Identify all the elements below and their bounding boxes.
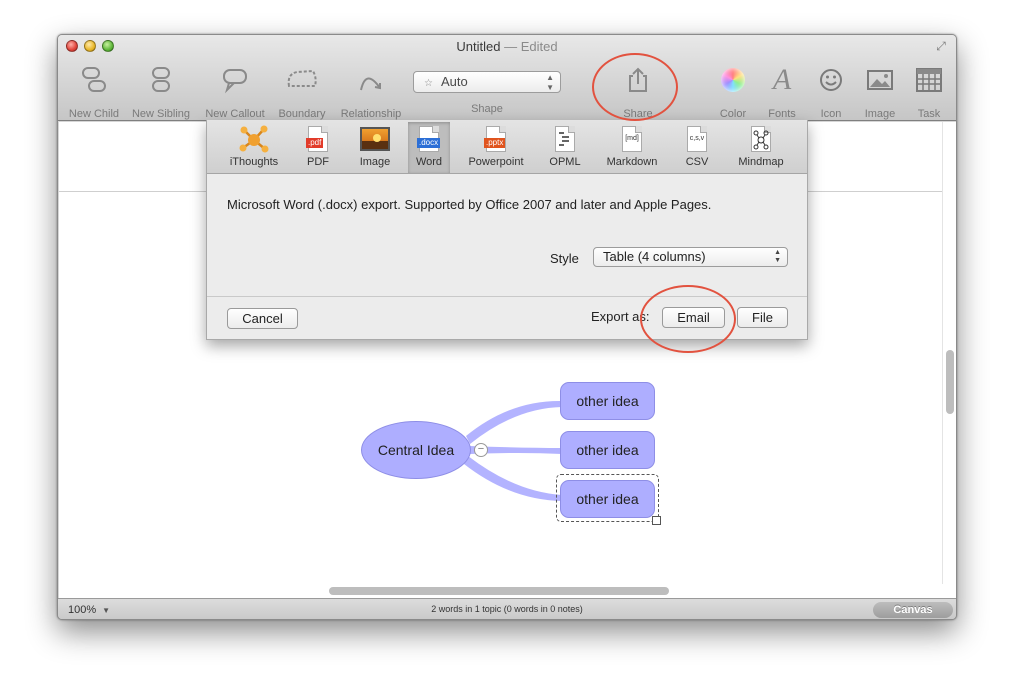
file-button[interactable]: File	[737, 307, 788, 328]
node-selection-outline	[556, 474, 659, 522]
fonts-button[interactable]: A Fonts	[761, 63, 803, 121]
window-title: Untitled — Edited	[58, 39, 956, 54]
new-callout-label: New Callout	[205, 108, 265, 120]
share-annotation-circle	[592, 53, 678, 121]
format-tab-image[interactable]: Image	[351, 122, 399, 173]
style-select-value: Table (4 columns)	[603, 249, 706, 264]
smiley-icon	[813, 65, 849, 95]
relationship-button[interactable]: Relationship	[336, 65, 406, 120]
cancel-button[interactable]: Cancel	[227, 308, 298, 329]
style-label: Style	[550, 251, 579, 266]
markdown-file-icon: [md]	[622, 126, 642, 152]
new-callout-button[interactable]: New Callout	[201, 65, 269, 120]
opml-file-icon	[555, 126, 575, 152]
format-tab-ithoughts[interactable]: iThoughts	[221, 122, 287, 173]
new-sibling-icon	[128, 65, 194, 95]
csv-file-icon: c,s,v	[687, 126, 707, 152]
relationship-icon	[336, 65, 406, 95]
boundary-button[interactable]: Boundary	[274, 65, 330, 120]
format-label-markdown: Markdown	[606, 156, 658, 168]
child-node-1[interactable]: other idea	[560, 382, 655, 420]
image-label: Image	[864, 108, 896, 120]
calendar-grid-icon	[909, 65, 949, 95]
shape-label: Shape	[471, 103, 503, 115]
format-tab-pdf[interactable]: .pdf PDF	[295, 122, 341, 173]
word-file-icon: .docx	[417, 126, 441, 152]
fonts-label: Fonts	[768, 108, 796, 120]
mindmap-file-icon	[751, 126, 771, 152]
status-bar: 100% ▼ 2 words in 1 topic (0 words in 0 n…	[58, 598, 956, 619]
central-idea-node[interactable]: Central Idea	[361, 421, 471, 479]
export-format-tabs: iThoughts .pdf PDF Image .docx Word .ppt…	[207, 120, 807, 174]
pptx-tag: .pptx	[484, 138, 506, 148]
color-button[interactable]: Color	[711, 65, 755, 120]
docx-tag: .docx	[417, 138, 441, 148]
color-wheel-icon	[711, 65, 755, 95]
star-icon: ☆	[424, 78, 433, 89]
pdf-tag: .pdf	[306, 138, 324, 148]
image-button[interactable]: Image	[859, 65, 901, 120]
fonts-icon: A	[772, 63, 792, 96]
format-tab-mindmap[interactable]: Mindmap	[731, 122, 791, 173]
window-title-text: Untitled	[456, 39, 501, 54]
vertical-scroll-thumb[interactable]	[946, 350, 954, 414]
toolbar: Untitled — Edited ⤢ New Child New Siblin…	[58, 35, 956, 121]
format-tab-csv[interactable]: c,s,v CSV	[677, 122, 717, 173]
format-label-pdf: PDF	[307, 156, 329, 168]
word-count-status: 2 words in 1 topic (0 words in 0 notes)	[431, 604, 583, 614]
select-arrows-icon: ▲ ▼	[774, 249, 781, 264]
select-arrows-icon: ▲ ▼	[546, 73, 554, 92]
canvas-mode-button[interactable]: Canvas	[873, 602, 953, 618]
resize-handle[interactable]	[652, 516, 661, 525]
relationship-label: Relationship	[340, 108, 402, 120]
shape-value: Auto	[440, 74, 468, 89]
vertical-scrollbar[interactable]	[942, 122, 956, 598]
format-label-mindmap: Mindmap	[738, 156, 784, 168]
email-annotation-circle	[640, 285, 736, 353]
powerpoint-file-icon: .pptx	[484, 126, 506, 152]
format-label-image: Image	[359, 156, 391, 168]
boundary-icon	[274, 65, 330, 95]
format-tab-markdown[interactable]: [md] Markdown	[601, 122, 663, 173]
csv-tag: c,s,v	[689, 135, 705, 142]
format-label-word: Word	[415, 156, 443, 168]
format-label-powerpoint: Powerpoint	[468, 156, 524, 168]
new-child-button[interactable]: New Child	[64, 65, 124, 120]
new-child-icon	[64, 65, 124, 95]
horizontal-scroll-thumb[interactable]	[329, 587, 669, 595]
format-label-csv: CSV	[685, 156, 709, 168]
edited-status: — Edited	[504, 39, 558, 54]
new-sibling-label: New Sibling	[131, 108, 191, 120]
task-button[interactable]: Task	[909, 65, 949, 120]
format-tab-powerpoint[interactable]: .pptx Powerpoint	[463, 122, 529, 173]
color-label: Color	[719, 108, 747, 120]
format-tab-opml[interactable]: OPML	[544, 122, 586, 173]
new-sibling-button[interactable]: New Sibling	[128, 65, 194, 120]
new-callout-icon	[201, 65, 269, 95]
pdf-file-icon: .pdf	[306, 126, 328, 152]
md-tag: [md]	[625, 135, 639, 142]
task-label: Task	[917, 108, 941, 120]
fullscreen-icon[interactable]: ⤢	[934, 39, 948, 53]
icon-label: Icon	[820, 108, 842, 120]
icon-button[interactable]: Icon	[813, 65, 849, 120]
format-label-opml: OPML	[549, 156, 581, 168]
child-node-2[interactable]: other idea	[560, 431, 655, 469]
image-file-icon	[351, 122, 399, 156]
export-description: Microsoft Word (.docx) export. Supported…	[227, 197, 712, 212]
style-select[interactable]: Table (4 columns) ▲ ▼	[593, 247, 788, 267]
ithoughts-icon	[221, 122, 287, 156]
format-label-ithoughts: iThoughts	[229, 156, 279, 168]
new-child-label: New Child	[68, 108, 120, 120]
format-tab-word[interactable]: .docx Word	[408, 122, 450, 173]
boundary-label: Boundary	[278, 108, 326, 120]
shape-select[interactable]: ☆ Auto ▲ ▼	[413, 71, 561, 93]
picture-icon	[859, 65, 901, 95]
collapse-toggle[interactable]: −	[474, 443, 488, 457]
horizontal-scrollbar[interactable]	[59, 584, 943, 598]
